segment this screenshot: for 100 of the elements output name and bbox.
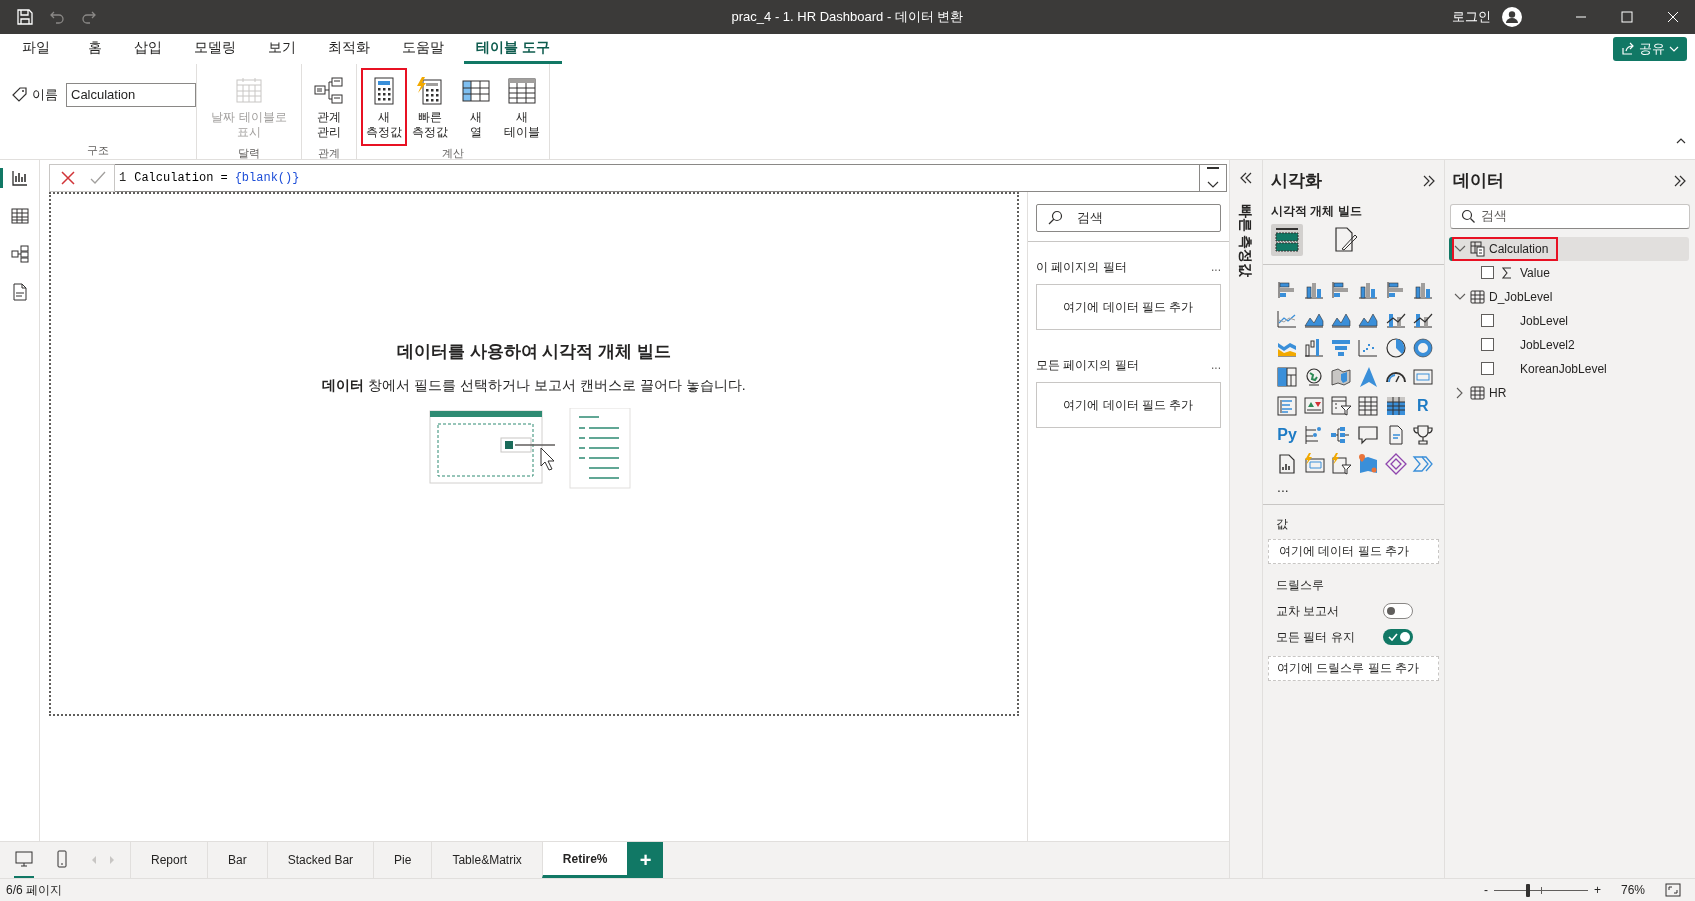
add-page-button[interactable]: + [627, 842, 664, 878]
collapse-icon[interactable] [1239, 172, 1253, 184]
cancel-icon[interactable] [60, 170, 76, 186]
report-view-icon[interactable] [9, 168, 30, 188]
group-label: 관계 [317, 146, 341, 160]
name-field[interactable]: Calculation [66, 82, 196, 107]
page-tab[interactable]: Retire% [541, 842, 628, 878]
tree-row[interactable]: HR [1449, 380, 1689, 405]
speech-bubble-icon[interactable] [1357, 423, 1380, 446]
section-title: 시각적 개체 빌드 [1270, 202, 1363, 220]
letter-icon[interactable]: Py [1276, 423, 1298, 446]
kpi-icon[interactable] [1303, 394, 1326, 417]
share-icon [1621, 42, 1635, 56]
expand-formula-button[interactable] [1200, 164, 1227, 192]
zoom-in-button[interactable]: + [1593, 881, 1601, 899]
expand-icon[interactable] [1673, 174, 1687, 187]
multi-row-card-icon[interactable] [1276, 394, 1298, 417]
table-view-icon[interactable] [9, 206, 30, 226]
diamond-icon[interactable] [1384, 452, 1407, 475]
build-visual-tab[interactable] [1271, 223, 1303, 256]
filter-drop-zone[interactable]: 여기에 데이터 필드 추가 [1036, 284, 1221, 330]
close-icon[interactable] [1667, 11, 1679, 23]
ribbon-tab[interactable]: 삽입 [122, 34, 174, 64]
group-label: 계산 [441, 146, 465, 160]
chevron-down-icon [1207, 181, 1219, 189]
lightning-slicer-icon[interactable] [1330, 452, 1353, 475]
share-button[interactable]: 공유 [1613, 37, 1687, 61]
zoom-out-button[interactable]: - [1483, 881, 1488, 899]
save-icon[interactable] [16, 8, 34, 26]
ribbon-tab[interactable]: 파일 [10, 34, 62, 64]
field-drop-zone[interactable]: 여기에 드릴스루 필드 추가 [1268, 655, 1439, 681]
ribbon-button[interactable]: 새 열 [453, 68, 499, 146]
page-count: 6/6 페이지 [6, 882, 62, 899]
checkbox[interactable] [1481, 266, 1494, 279]
report-canvas[interactable]: 데이터를 사용하여 시각적 개체 빌드 데이터 창에서 필드를 선택하거나 보고서 캔버스로 끌어다 놓습니다. [49, 192, 1019, 716]
commit-icon[interactable] [90, 170, 106, 186]
treemap-icon[interactable] [1276, 365, 1298, 388]
search-field[interactable]: 검색 [1036, 204, 1221, 232]
lightning-card-icon[interactable] [1303, 452, 1326, 475]
calendar-icon [234, 76, 264, 106]
checkbox[interactable] [1481, 338, 1494, 351]
toggle-switch[interactable] [1383, 602, 1413, 619]
slicer-icon[interactable] [1330, 394, 1353, 417]
window-title: prac_4 - 1. HR Dashboard - 데이터 변환 [731, 8, 964, 27]
report-icon[interactable] [1276, 452, 1298, 475]
field-name: Value [1520, 264, 1550, 282]
expand-icon[interactable] [1422, 174, 1436, 187]
field-name: JobLevel2 [1520, 336, 1575, 354]
line-number: 1 [119, 170, 127, 187]
field-name: JobLevel [1520, 312, 1569, 330]
donut-chart-icon[interactable] [1411, 336, 1434, 359]
waterfall-chart-icon[interactable] [1303, 336, 1326, 359]
ribbon-tab[interactable]: 홈 [76, 34, 114, 64]
filled-map-icon[interactable] [1330, 365, 1353, 388]
search-icon [1461, 209, 1475, 223]
ribbon-tab[interactable]: 도움말 [390, 34, 456, 64]
table-icon [1470, 288, 1485, 305]
more-options-button[interactable]: ... [1211, 356, 1221, 374]
zoom-slider[interactable] [1493, 883, 1588, 897]
pie-chart-icon[interactable] [1384, 336, 1407, 359]
table-name: Calculation [1489, 240, 1549, 258]
code-token: = [220, 170, 228, 187]
field-drop-zone[interactable]: 여기에 데이터 필드 추가 [1268, 538, 1439, 564]
trophy-icon[interactable] [1411, 423, 1434, 446]
letter-icon[interactable]: R [1411, 394, 1434, 417]
ribbon-tab[interactable]: 모델링 [182, 34, 248, 64]
table-icon [1470, 384, 1485, 401]
section-title: 드릴스루 [1275, 576, 1325, 594]
fit-to-page-icon[interactable] [1665, 883, 1681, 897]
sign-in-link[interactable]: 로그인 [1452, 7, 1491, 27]
tag-icon [12, 86, 28, 103]
matrix-icon[interactable] [1384, 394, 1407, 417]
filter-drop-zone[interactable]: 여기에 데이터 필드 추가 [1036, 382, 1221, 428]
table-name: HR [1489, 384, 1507, 402]
ribbon-button[interactable]: 새 테이블 [499, 68, 545, 146]
tree-row[interactable]: Calculation [1449, 236, 1689, 261]
field-name: KoreanJobLevel [1520, 360, 1607, 378]
slider-thumb[interactable] [1526, 883, 1531, 897]
ribbon-tab[interactable]: 최적화 [316, 34, 382, 64]
search-field[interactable]: 검색 [1450, 203, 1690, 229]
group-label: 구조 [86, 143, 110, 158]
ribbon-button[interactable]: 새 측정값 [361, 68, 407, 146]
ribbon-button[interactable]: 관계 관리 [306, 68, 352, 146]
tree-row[interactable]: D_JobLevel [1449, 284, 1689, 309]
pane-title: 빠른 측정값 [1237, 203, 1256, 277]
model-view-icon[interactable] [9, 244, 30, 264]
map-pin-icon[interactable] [1357, 452, 1380, 475]
formula-field[interactable]: 1 Calculation = {blank()} [115, 164, 1200, 192]
checkbox[interactable] [1481, 314, 1494, 327]
group-label: 달력 [237, 146, 261, 160]
pane-title: 시각화 [1271, 170, 1322, 192]
more-options-button[interactable]: ... [1211, 258, 1221, 276]
ribbon-tab[interactable]: 보기 [256, 34, 308, 64]
more-visuals-button[interactable]: ... [1263, 476, 1444, 498]
caret-icon [1669, 44, 1679, 54]
ribbon-button[interactable]: 빠른 측정값 [407, 68, 453, 146]
toggle-switch[interactable] [1383, 628, 1413, 645]
checkbox[interactable] [1481, 362, 1494, 375]
maximize-icon[interactable] [1621, 11, 1633, 23]
table-icon[interactable] [1357, 394, 1380, 417]
